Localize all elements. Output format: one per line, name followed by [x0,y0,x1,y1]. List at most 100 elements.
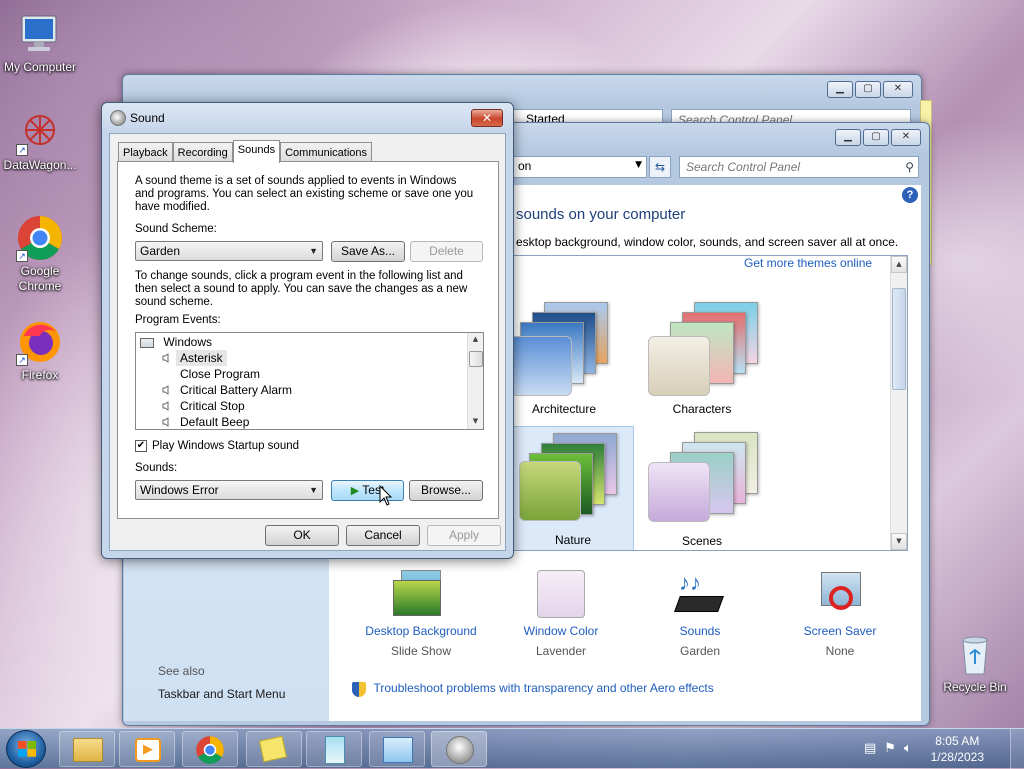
tab-sounds[interactable]: Sounds [232,140,281,163]
tab-playback[interactable]: Playback [118,142,173,162]
troubleshoot-row[interactable]: Troubleshoot problems with transparency … [352,681,714,697]
clock[interactable]: 8:05 AM 1/28/2023 [931,733,984,765]
chevron-down-icon[interactable]: ▼ [635,160,642,170]
desktop-icon-label: Google Chrome [18,264,62,293]
sounds-link[interactable]: Sounds [630,624,770,638]
sound-dialog[interactable]: Sound ✕ Playback Recording Sounds Commun… [101,102,514,559]
scroll-down-button[interactable]: ▼ [891,533,907,550]
minimize-button[interactable]: ▁ [835,129,861,146]
window-color-swatch [537,570,585,618]
taskbar-media-player[interactable]: ▶ [119,731,175,767]
speaker-icon [162,401,169,411]
chrome-icon [196,736,224,764]
close-button[interactable]: ✕ [891,129,921,146]
system-tray: ▤ ⚑ 🔈︎ [864,741,912,756]
volume-icon[interactable]: 🔈︎ [904,741,912,756]
test-button[interactable]: ▶ Test [331,480,404,501]
tab-recording[interactable]: Recording [172,142,233,162]
taskbar-sound[interactable] [431,731,487,767]
close-button[interactable]: ✕ [883,81,913,98]
speaker-icon [446,736,474,764]
start-button[interactable] [6,730,46,768]
desktop-icon-my-computer[interactable]: My Computer [0,10,80,75]
troubleshoot-link[interactable]: Troubleshoot problems with transparency … [374,681,714,695]
startup-sound-checkbox[interactable]: ✔ [135,440,147,452]
dialog-body: Playback Recording Sounds Communications… [109,133,506,551]
event-asterisk[interactable]: Asterisk [176,350,227,366]
sounds-tab-panel: A sound theme is a set of sounds applied… [117,161,499,519]
address-bar[interactable]: on ▼ [513,156,647,178]
minimize-button[interactable]: ▁ [827,81,853,98]
event-default-beep[interactable]: Default Beep [180,414,250,429]
taskbar-explorer[interactable] [59,731,115,767]
media-player-icon: ▶ [135,738,161,762]
desktop-background-item[interactable]: Desktop Background Slide Show [351,570,491,658]
scroll-up-button[interactable]: ▲ [891,256,907,273]
window-color-link[interactable]: Window Color [491,624,631,638]
taskbar: ▶ ▤ ⚑ 🔈︎ 8:05 AM 1/28/2023 [0,728,1024,769]
sound-value: Windows Error [140,483,219,497]
scheme-select[interactable]: Garden ▼ [135,241,323,261]
event-critical-battery-alarm[interactable]: Critical Battery Alarm [180,382,292,398]
themes-list[interactable]: Get more themes online Architecture Char… [514,255,908,551]
show-desktop-button[interactable] [1010,729,1024,769]
taskbar-start-menu-link[interactable]: Taskbar and Start Menu [158,687,285,701]
screen-saver-link[interactable]: Screen Saver [770,624,910,638]
themes-scrollbar[interactable]: ▲ ▼ [890,256,907,550]
network-icon[interactable]: ▤ [864,741,876,756]
taskbar-control-panel[interactable] [369,731,425,767]
event-close-program[interactable]: Close Program [180,366,260,382]
desktop-background-link[interactable]: Desktop Background [351,624,491,638]
browse-button[interactable]: Browse... [409,480,483,501]
event-label: Critical Stop [180,399,245,413]
action-center-flag-icon[interactable]: ⚑ [884,741,896,756]
shortcut-arrow-icon: ↗ [16,354,28,366]
theme-nature[interactable]: Nature [514,426,634,550]
maximize-button[interactable]: ▢ [863,129,889,146]
scroll-up-button[interactable]: ▲ [468,333,483,347]
refresh-button[interactable]: ⇆ [649,156,671,178]
maximize-button[interactable]: ▢ [855,81,881,98]
theme-architecture[interactable]: Architecture [514,302,624,416]
notepad-icon [325,736,345,764]
taskbar-chrome[interactable] [182,731,238,767]
theme-scenes[interactable]: Scenes [642,428,762,548]
desktop-icon-label: Recycle Bin [943,680,1007,694]
event-critical-stop[interactable]: Critical Stop [180,398,245,414]
desktop-background-value: Slide Show [390,644,452,658]
search-input[interactable]: Search Control Panel ⚲ [679,156,919,178]
scroll-thumb[interactable] [892,288,906,390]
sounds-item[interactable]: ♪♪ Sounds Garden [630,570,770,658]
clock-time: 8:05 AM [935,734,980,748]
tab-communications[interactable]: Communications [280,142,373,162]
events-scrollbar[interactable]: ▲ ▼ [467,333,483,429]
taskbar-sticky-notes[interactable] [246,731,302,767]
desktop-icon-chrome[interactable]: ↗ Google Chrome [0,214,80,294]
search-icon[interactable]: ⚲ [905,157,914,177]
get-more-themes-link[interactable]: Get more themes online [744,256,872,270]
desktop-icon-datawagon[interactable]: ↗ DataWagon... [0,108,80,173]
apply-button[interactable]: Apply [427,525,501,546]
cancel-button[interactable]: Cancel [346,525,420,546]
event-label: Critical Battery Alarm [180,383,293,397]
event-group-windows[interactable]: Windows [140,334,212,350]
window-color-item[interactable]: Window Color Lavender [491,570,631,658]
desktop-background-icon [391,570,451,618]
help-icon[interactable]: ? [902,187,918,203]
scroll-down-button[interactable]: ▼ [468,415,483,429]
sound-dialog-icon [110,110,126,126]
desktop-icon-recycle-bin[interactable]: Recycle Bin [935,630,1015,695]
nature-thumbnail [514,427,633,527]
ok-button[interactable]: OK [265,525,339,546]
sound-select[interactable]: Windows Error ▼ [135,480,323,500]
save-as-button[interactable]: Save As... [331,241,405,262]
screen-saver-item[interactable]: Screen Saver None [770,570,910,658]
scroll-thumb[interactable] [469,351,483,367]
program-events-list[interactable]: Windows Asterisk Close Program Critical … [135,332,484,430]
desktop-icon-firefox[interactable]: ↗ Firefox [0,318,80,383]
event-label: Default Beep [180,415,250,429]
delete-button[interactable]: Delete [410,241,483,262]
theme-characters[interactable]: Characters [642,302,762,416]
close-button[interactable]: ✕ [471,109,503,127]
taskbar-notepad[interactable] [306,731,362,767]
